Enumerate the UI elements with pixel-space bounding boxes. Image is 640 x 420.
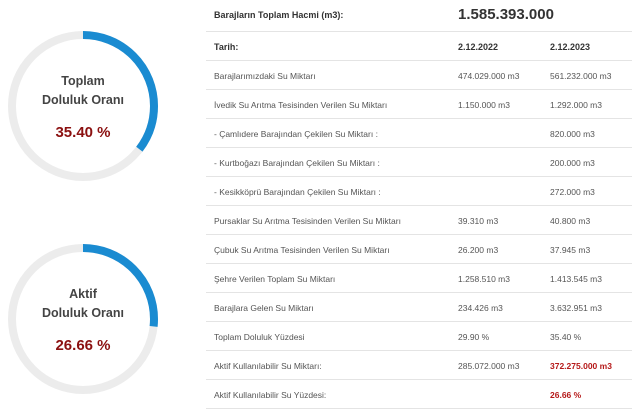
row-value-2023: 3.632.951 m3 <box>550 303 602 313</box>
row-value-2022: 285.072.000 m3 <box>458 361 520 371</box>
table-row: - Çamlıdere Barajından Çekilen Su Miktar… <box>206 119 632 148</box>
row-label: Barajlarımızdaki Su Miktarı <box>214 71 316 81</box>
total-fill-gauge: Toplam Doluluk Oranı 35.40 % <box>4 27 162 185</box>
table-row: Barajlarımızdaki Su Miktarı 474.029.000 m… <box>206 61 632 90</box>
row-value-2022: 1.150.000 m3 <box>458 100 510 110</box>
table-row: Barajlara Gelen Su Miktarı 234.426 m3 3.63… <box>206 293 632 322</box>
row-label: - Kesikköprü Barajından Çekilen Su Mikta… <box>214 187 381 197</box>
table-row: Şehre Verilen Toplam Su Miktarı 1.258.510… <box>206 264 632 293</box>
row-value-2022: 29.90 % <box>458 332 490 342</box>
date-header-row: Tarih: 2.12.2022 2.12.2023 <box>206 32 632 61</box>
row-label: Aktif Kullanılabilir Su Yüzdesi: <box>214 390 327 400</box>
row-value-2023: 561.232.000 m3 <box>550 71 612 81</box>
active-fill-value: 26.66 % <box>55 336 111 354</box>
row-value-2022: 26.200 m3 <box>458 245 499 255</box>
date-col-2023: 2.12.2023 <box>550 42 591 52</box>
row-value-2023: 1.413.545 m3 <box>550 274 602 284</box>
row-value-2023: 820.000 m3 <box>550 129 595 139</box>
table-row: - Kesikköprü Barajından Çekilen Su Mikta… <box>206 177 632 206</box>
date-label: Tarih: <box>214 42 239 52</box>
row-label: Aktif Kullanılabilir Su Miktarı: <box>214 361 322 371</box>
table-row: Çubuk Su Arıtma Tesisinden Verilen Su Mi… <box>206 235 632 264</box>
row-label: Pursaklar Su Arıtma Tesisinden Verilen S… <box>214 216 401 226</box>
total-fill-title-line2: Doluluk Oranı <box>42 92 124 107</box>
row-value-2023: 40.800 m3 <box>550 216 591 226</box>
total-volume-value: 1.585.393.000 <box>458 6 554 23</box>
row-value-2023: 272.000 m3 <box>550 187 595 197</box>
date-col-2022: 2.12.2022 <box>458 42 499 52</box>
table-row: İvedik Su Arıtma Tesisinden Verilen Su M… <box>206 90 632 119</box>
row-label: Barajlara Gelen Su Miktarı <box>214 303 314 313</box>
table-row: Aktif Kullanılabilir Su Yüzdesi: 26.66 % <box>206 380 632 409</box>
row-label: İvedik Su Arıtma Tesisinden Verilen Su M… <box>214 100 388 110</box>
row-value-2023: 1.292.000 m3 <box>550 100 602 110</box>
table-row: Pursaklar Su Arıtma Tesisinden Verilen S… <box>206 206 632 235</box>
row-label: - Çamlıdere Barajından Çekilen Su Miktar… <box>214 129 378 139</box>
row-label: Toplam Doluluk Yüzdesi <box>214 332 305 342</box>
row-label: - Kurtboğazı Barajından Çekilen Su Mikta… <box>214 158 380 168</box>
total-volume-row: Barajların Toplam Hacmi (m3): 1.585.393.… <box>206 0 632 32</box>
row-value-2023: 35.40 % <box>550 332 582 342</box>
table-row: Aktif Kullanılabilir Su Miktarı: 285.072.… <box>206 351 632 380</box>
row-value-2022: 234.426 m3 <box>458 303 503 313</box>
table-row: - Kurtboğazı Barajından Çekilen Su Mikta… <box>206 148 632 177</box>
row-label: Çubuk Su Arıtma Tesisinden Verilen Su Mi… <box>214 245 390 255</box>
active-fill-title-line2: Doluluk Oranı <box>42 305 124 320</box>
active-fill-gauge: Aktif Doluluk Oranı 26.66 % <box>4 240 162 398</box>
row-value-2022: 39.310 m3 <box>458 216 499 226</box>
row-value-2023: 372.275.000 m3 <box>550 361 612 371</box>
row-value-2022: 474.029.000 m3 <box>458 71 520 81</box>
row-value-2023: 200.000 m3 <box>550 158 595 168</box>
total-fill-title-line1: Toplam <box>61 73 105 88</box>
dam-statistics-table: Barajların Toplam Hacmi (m3): 1.585.393.… <box>206 0 632 409</box>
active-fill-title-line1: Aktif <box>69 286 97 301</box>
row-value-2023: 37.945 m3 <box>550 245 591 255</box>
total-volume-label: Barajların Toplam Hacmi (m3): <box>214 10 344 20</box>
row-value-2023: 26.66 % <box>550 390 582 400</box>
row-value-2022: 1.258.510 m3 <box>458 274 510 284</box>
table-row: Toplam Doluluk Yüzdesi 29.90 % 35.40 % <box>206 322 632 351</box>
row-label: Şehre Verilen Toplam Su Miktarı <box>214 274 336 284</box>
total-fill-value: 35.40 % <box>55 123 111 141</box>
